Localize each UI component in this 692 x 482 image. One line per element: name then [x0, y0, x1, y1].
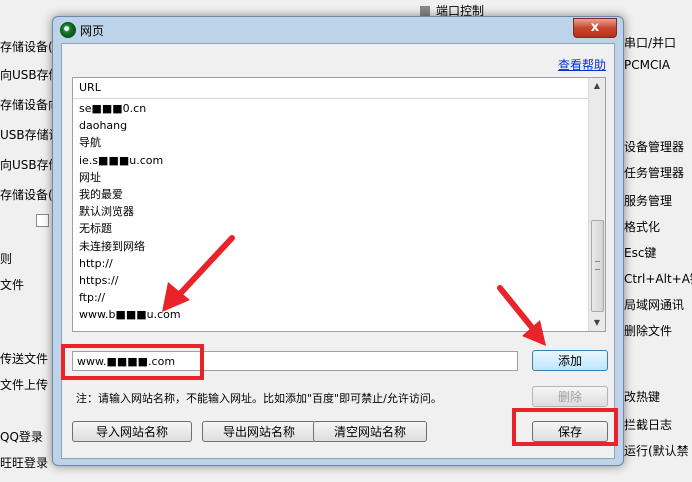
- arrow-to-add-button: [497, 285, 546, 346]
- annotation-arrows: [162, 235, 546, 346]
- arrow-to-list-item: [162, 235, 235, 312]
